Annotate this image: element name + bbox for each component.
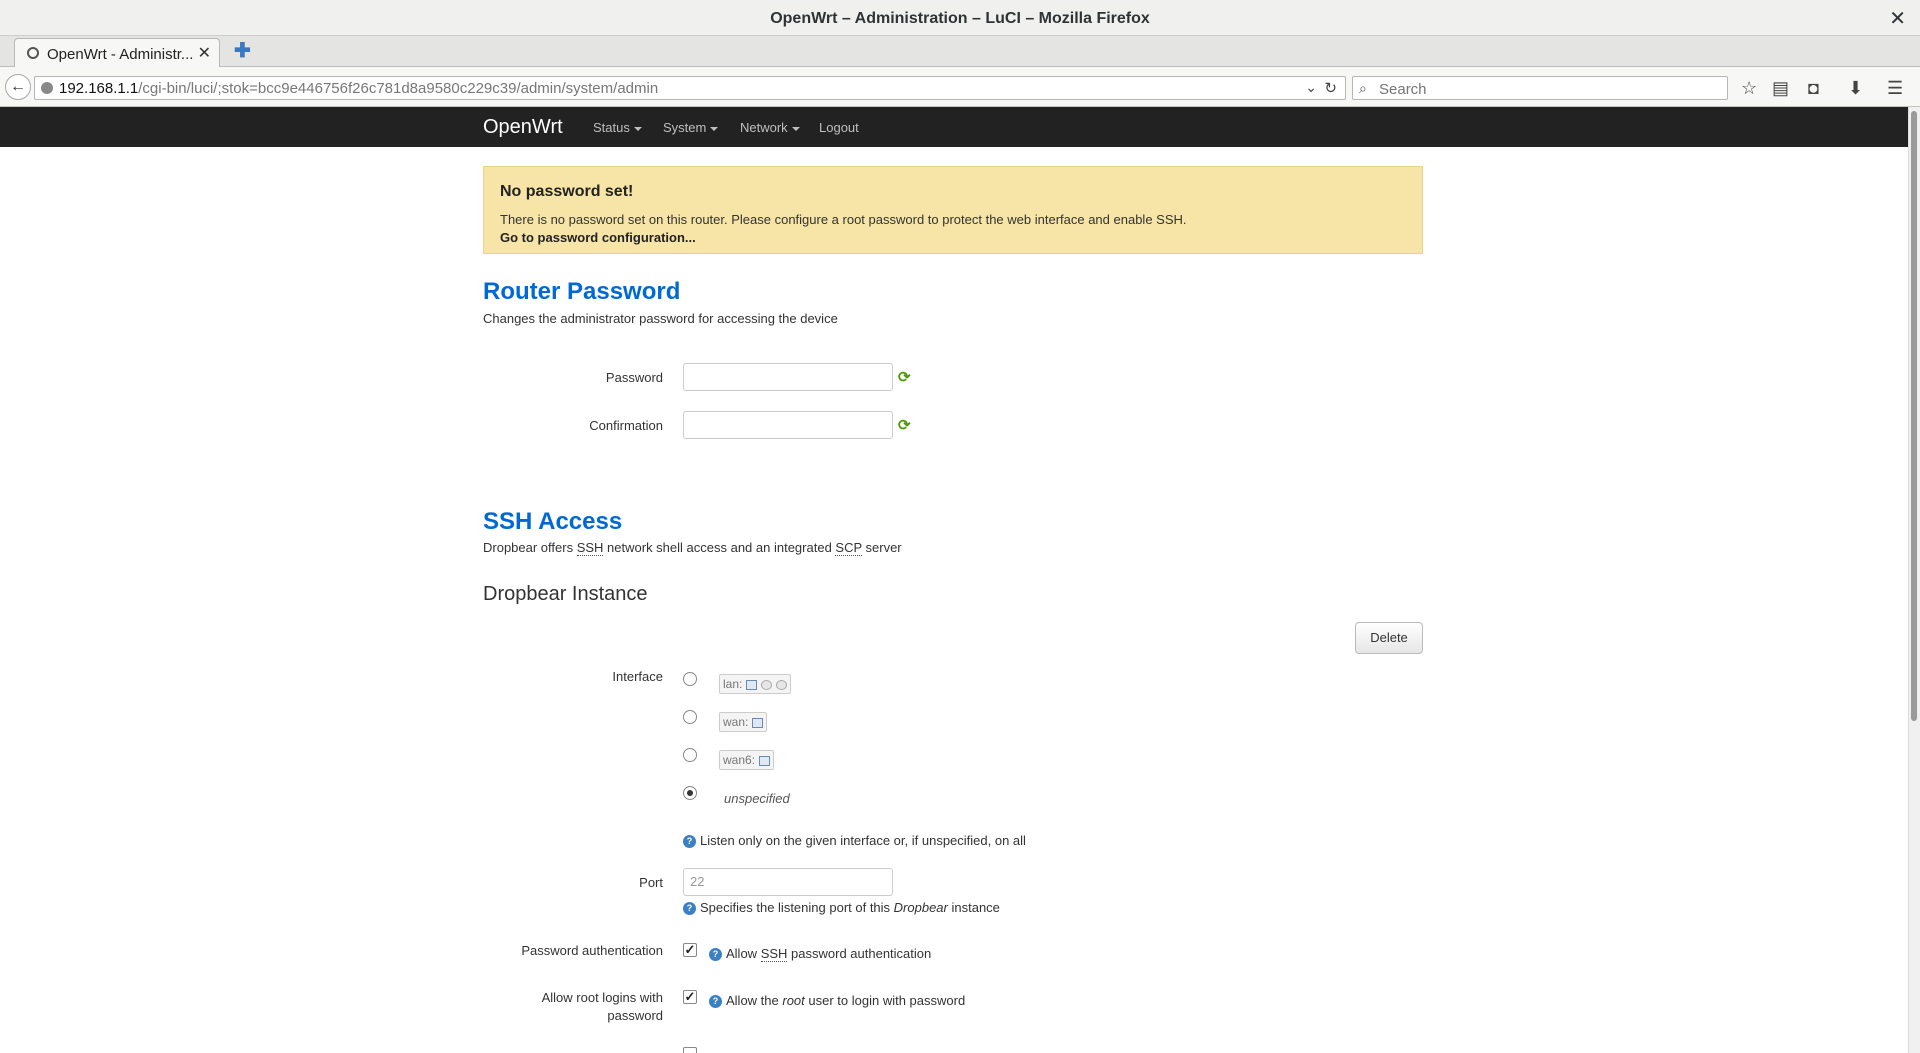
no-password-alert: No password set! There is no password se…	[483, 166, 1423, 254]
confirmation-label: Confirmation	[589, 418, 663, 433]
interface-help: ? Listen only on the given interface or, …	[683, 833, 1026, 849]
url-host: 192.168.1.1	[59, 80, 139, 97]
browser-tab[interactable]: OpenWrt - Administr... ✕	[14, 38, 220, 68]
chevron-down-icon	[633, 126, 642, 131]
password-auth-label: Password authentication	[521, 943, 663, 958]
interface-lan-badge: lan:	[719, 674, 792, 694]
root-login-help: ? Allow the root user to login with passw…	[709, 993, 965, 1009]
reveal-password-icon[interactable]: ⟳	[898, 368, 911, 386]
password-config-link[interactable]: Go to password configuration...	[500, 230, 696, 245]
help-icon: ?	[709, 995, 722, 1009]
interface-radio-wan[interactable]	[683, 710, 697, 724]
wireless-disabled-icon	[761, 679, 773, 690]
password-auth-help: ? Allow SSH password authentication	[709, 946, 931, 962]
site-info-icon[interactable]	[41, 82, 53, 94]
router-password-description: Changes the administrator password for a…	[483, 311, 838, 326]
interface-radio-wan6[interactable]	[683, 748, 697, 762]
help-icon: ?	[709, 948, 722, 962]
ssh-access-description: Dropbear offers SSH network shell access…	[483, 540, 902, 556]
search-icon: ⌕	[1359, 80, 1367, 96]
brand-logo[interactable]: OpenWrt	[483, 116, 563, 139]
ethernet-icon	[746, 679, 758, 690]
menu-status[interactable]: Status	[593, 120, 642, 135]
chevron-down-icon	[791, 126, 800, 131]
interface-wan6-badge: wan6:	[719, 750, 775, 770]
interface-radio-unspecified[interactable]	[683, 786, 697, 800]
next-option-checkbox[interactable]	[683, 1047, 697, 1053]
page-content: OpenWrt Status System Network Logout No …	[0, 107, 1908, 1053]
reload-icon[interactable]: ↻	[1324, 79, 1337, 97]
alert-heading: No password set!	[500, 183, 634, 200]
port-help: ? Specifies the listening port of this Dr…	[683, 900, 1000, 916]
password-label: Password	[605, 370, 663, 385]
chevron-down-icon	[710, 126, 719, 131]
ssh-access-title: SSH Access	[483, 508, 623, 535]
tab-bar: OpenWrt - Administr... ✕	[0, 36, 1920, 68]
password-auth-checkbox[interactable]: ✓	[683, 943, 697, 957]
interface-wan-badge: wan:	[719, 712, 768, 732]
search-input[interactable]	[1377, 79, 1721, 99]
interface-label: Interface	[612, 669, 663, 684]
browser-tab-label: OpenWrt - Administr...	[47, 46, 194, 63]
interface-radio-lan[interactable]	[683, 672, 697, 686]
menu-system[interactable]: System	[663, 120, 719, 135]
luci-navbar: OpenWrt Status System Network Logout	[0, 107, 1908, 147]
help-icon: ?	[683, 835, 696, 849]
router-password-title: Router Password	[483, 278, 681, 305]
menu-icon[interactable]: ☰	[1887, 78, 1903, 99]
unspecified-label: unspecified	[724, 791, 790, 806]
delete-button[interactable]: Delete	[1355, 622, 1423, 654]
password-input[interactable]	[683, 363, 893, 391]
window-close-icon[interactable]: ✕	[1889, 6, 1906, 31]
ethernet-icon	[759, 755, 771, 766]
downloads-icon[interactable]: ⬇	[1848, 78, 1863, 99]
root-login-checkbox[interactable]: ✓	[683, 990, 697, 1004]
close-tab-icon[interactable]: ✕	[198, 43, 211, 63]
search-bar[interactable]: ⌕	[1352, 76, 1728, 100]
alert-text: There is no password set on this router.…	[500, 212, 1187, 227]
ethernet-icon	[752, 717, 764, 728]
url-dropdown-icon[interactable]: ⌄	[1305, 79, 1317, 96]
back-button[interactable]: ←	[5, 74, 31, 100]
window-title: OpenWrt – Administration – LuCI – Mozill…	[770, 10, 1150, 27]
dropbear-instance-title: Dropbear Instance	[483, 583, 648, 605]
menu-logout[interactable]: Logout	[819, 120, 859, 135]
root-login-label-line1: Allow root logins with	[541, 990, 663, 1005]
new-tab-icon[interactable]: ✚	[234, 38, 251, 63]
url-text: 192.168.1.1/cgi-bin/luci/;stok=bcc9e4467…	[59, 80, 658, 97]
port-input[interactable]: 22	[683, 868, 893, 896]
confirmation-input[interactable]	[683, 411, 893, 439]
openwrt-favicon-icon	[27, 47, 39, 59]
help-icon: ?	[683, 902, 696, 916]
reveal-confirmation-icon[interactable]: ⟳	[898, 416, 911, 434]
window-titlebar: OpenWrt – Administration – LuCI – Mozill…	[0, 0, 1920, 36]
port-label: Port	[639, 875, 663, 890]
url-path: /cgi-bin/luci/;stok=bcc9e446756f26c781d8…	[138, 80, 659, 97]
scrollbar-thumb[interactable]	[1911, 111, 1917, 721]
bookmark-star-icon[interactable]: ☆	[1741, 78, 1757, 99]
browser-toolbar: ← 192.168.1.1/cgi-bin/luci/;stok=bcc9e44…	[0, 67, 1920, 107]
url-bar[interactable]: 192.168.1.1/cgi-bin/luci/;stok=bcc9e4467…	[34, 76, 1346, 100]
wireless-disabled-icon	[776, 679, 788, 690]
reading-list-icon[interactable]: ▤	[1772, 78, 1789, 99]
pocket-icon[interactable]: ◘	[1808, 78, 1819, 99]
root-login-label-line2: password	[607, 1008, 663, 1023]
menu-network[interactable]: Network	[740, 120, 800, 135]
page-scrollbar[interactable]	[1908, 107, 1920, 1053]
